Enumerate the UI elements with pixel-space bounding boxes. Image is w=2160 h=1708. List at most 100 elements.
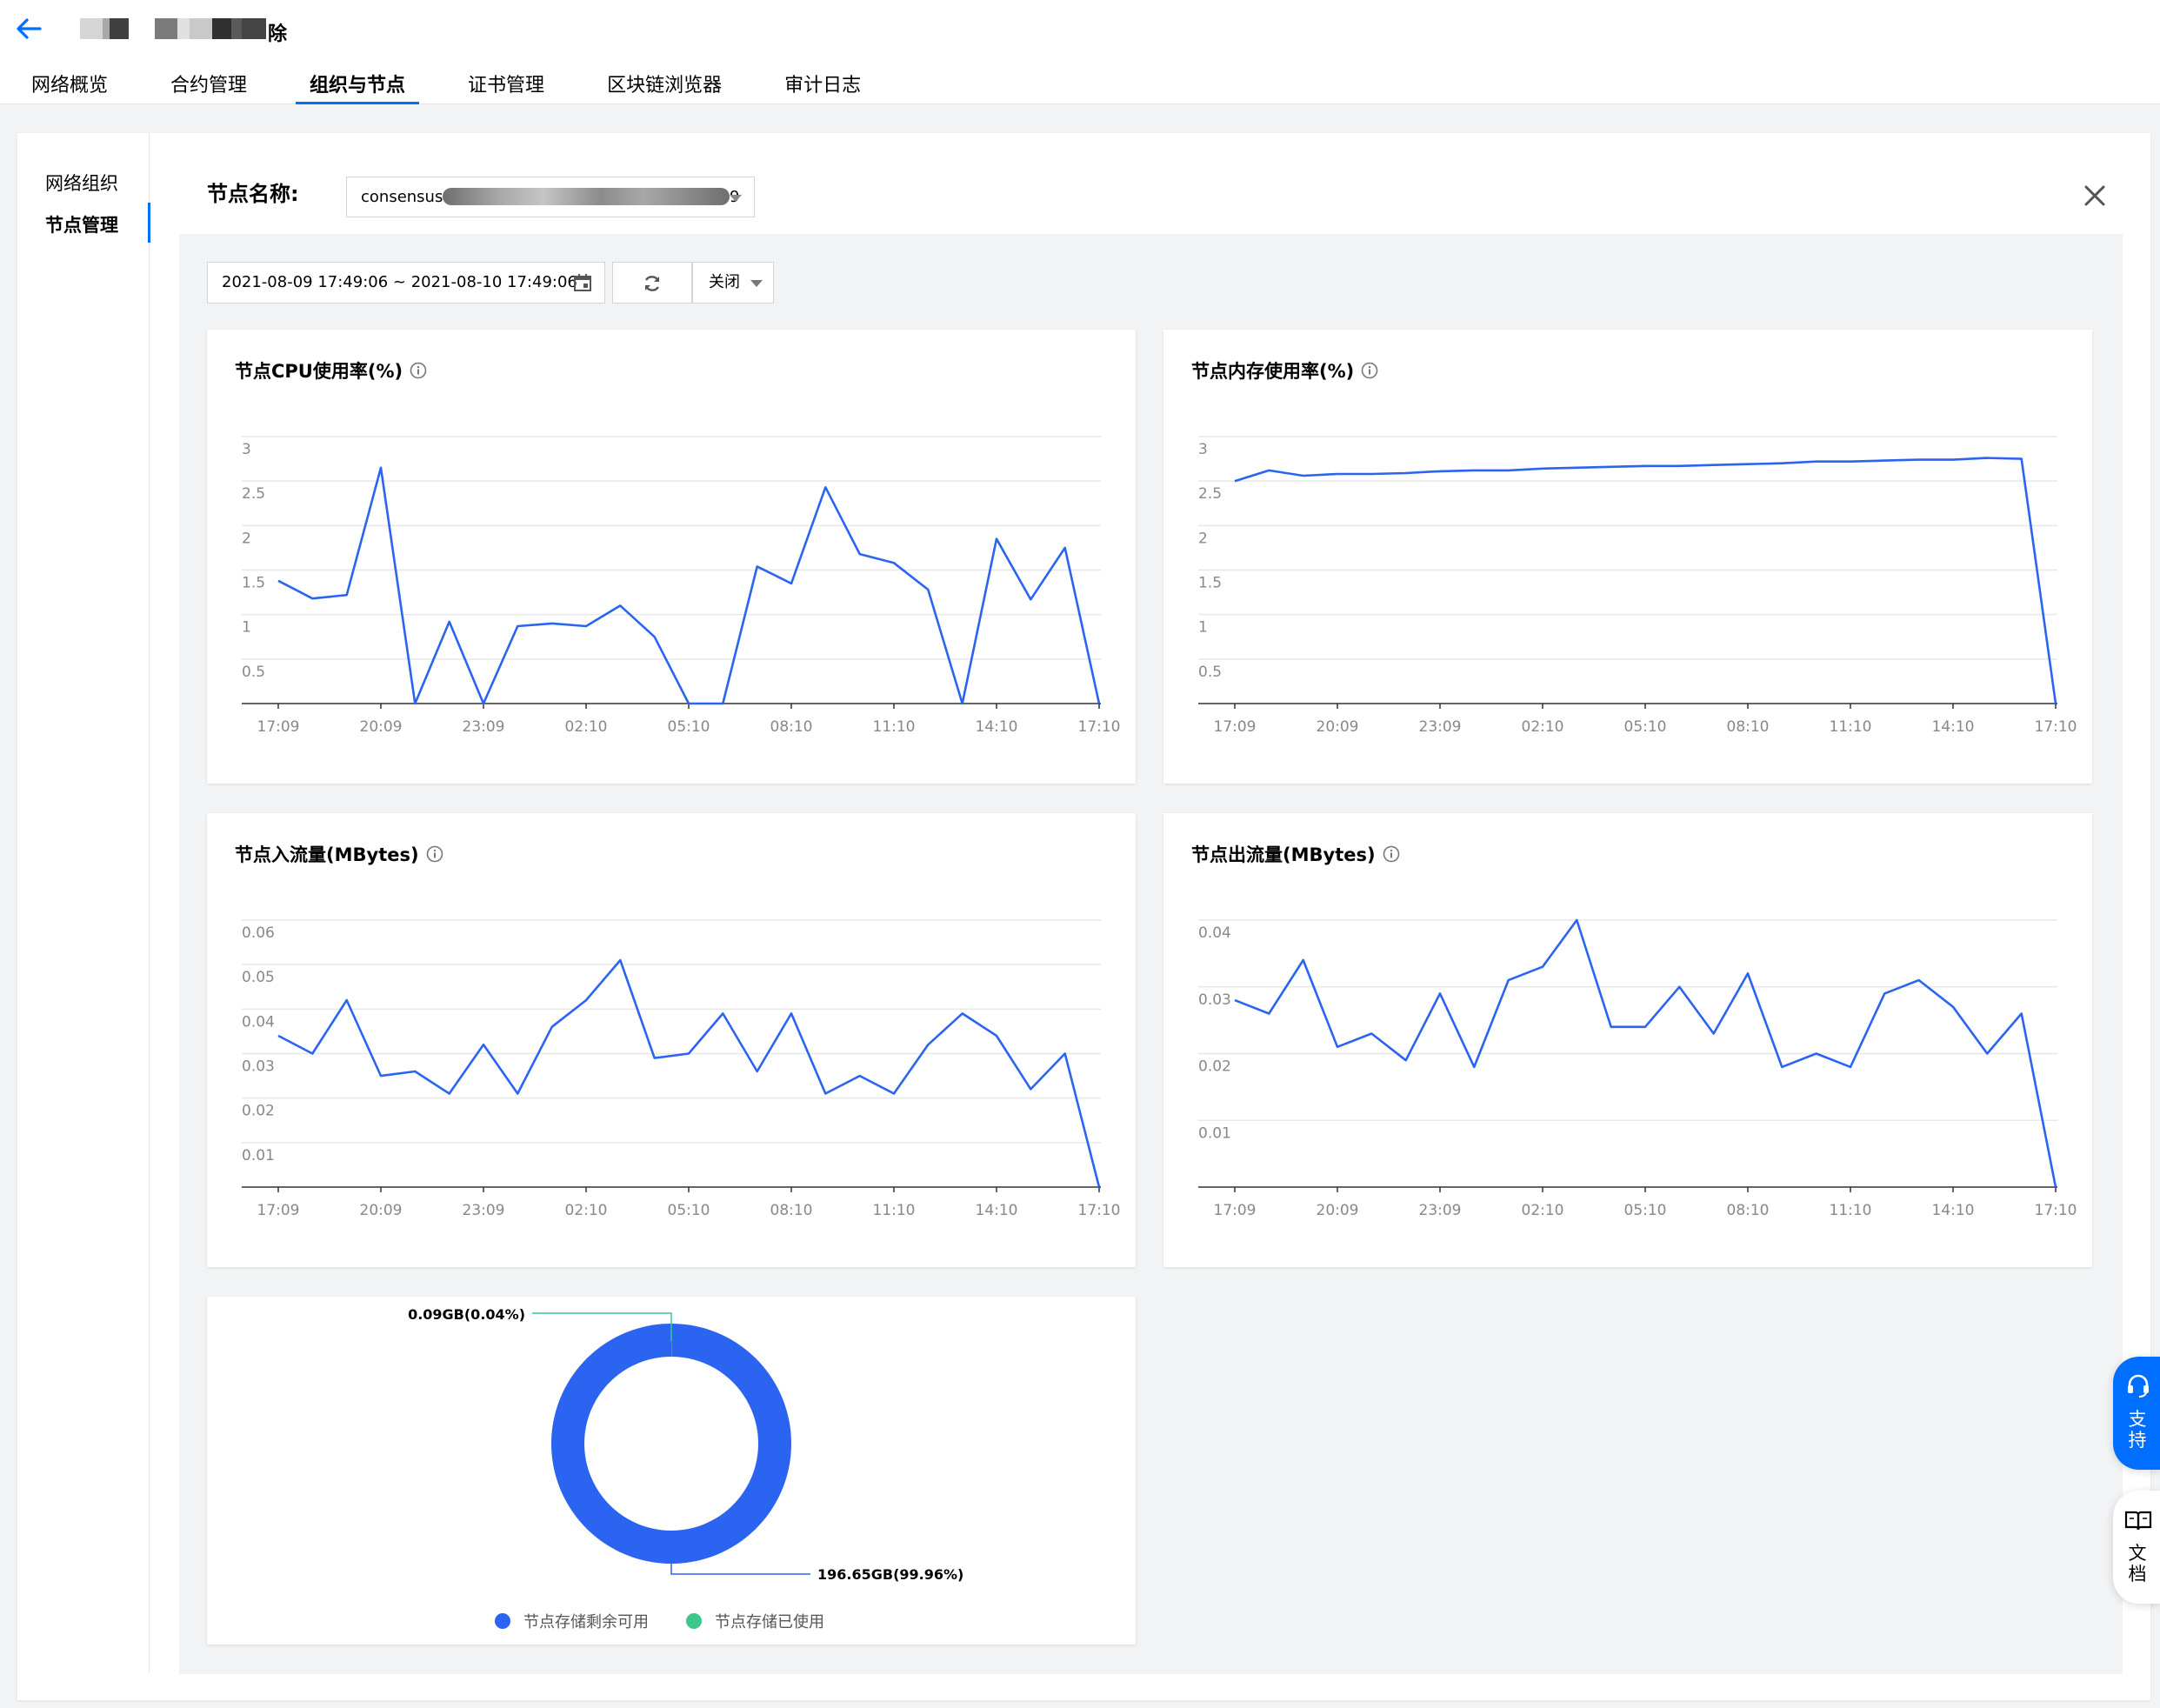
y-tick-label: 2 bbox=[1198, 530, 1208, 547]
close-icon[interactable] bbox=[2083, 183, 2107, 208]
top-header: 除 网络概览 合约管理 组织与节点 证书管理 区块链浏览器 审计日志 bbox=[0, 0, 2160, 104]
x-tick-label: 20:09 bbox=[1317, 1202, 1359, 1219]
page-title-visible-char: 除 bbox=[268, 23, 288, 45]
x-tick-label: 08:10 bbox=[1727, 1202, 1770, 1219]
x-tick-label: 23:09 bbox=[463, 1202, 505, 1219]
back-arrow-icon[interactable] bbox=[14, 16, 43, 42]
page-title: 除 bbox=[80, 16, 288, 45]
x-tick-label: 11:10 bbox=[1830, 1202, 1872, 1219]
donut-label-remaining: 196.65GB(99.96%) bbox=[817, 1566, 963, 1583]
y-tick-label: 2.5 bbox=[242, 485, 265, 503]
inbound-traffic-card: 节点入流量(MBytes) 0.06 0.05 0.04 0.03 0.02 0.01 17… bbox=[207, 813, 1136, 1267]
legend-swatch bbox=[686, 1613, 702, 1629]
x-tick-label: 08:10 bbox=[770, 1202, 813, 1219]
y-tick-label: 0.02 bbox=[1198, 1058, 1231, 1076]
tab-4[interactable]: 区块链浏览器 bbox=[576, 68, 753, 104]
node-name-label: 节点名称: bbox=[207, 182, 299, 206]
node-select[interactable]: consensus 9 bbox=[346, 177, 755, 217]
calendar-icon bbox=[574, 274, 591, 291]
auto-refresh-value: 关闭 bbox=[709, 273, 740, 291]
tab-3[interactable]: 证书管理 bbox=[437, 68, 576, 104]
y-tick-label: 0.01 bbox=[1198, 1124, 1231, 1142]
y-tick-label: 2.5 bbox=[1198, 485, 1222, 503]
memory-line-chart: 3 2.5 2 1.5 1 0.5 17:09 20:09 23:09 02:10 05:10 08:… bbox=[1198, 436, 2077, 736]
y-tick-label: 2 bbox=[242, 530, 251, 547]
y-tick-label: 0.06 bbox=[242, 924, 275, 942]
x-tick-label: 17:10 bbox=[1078, 718, 1121, 736]
x-tick-label: 11:10 bbox=[1830, 718, 1872, 736]
inbound-line-chart: 0.06 0.05 0.04 0.03 0.02 0.01 17:09 20:09 23:09 0… bbox=[242, 919, 1121, 1219]
x-tick-label: 17:10 bbox=[2035, 718, 2077, 736]
tab-2[interactable]: 组织与节点 bbox=[278, 68, 437, 104]
tab-1[interactable]: 合约管理 bbox=[139, 68, 278, 104]
x-tick-label: 14:10 bbox=[1932, 1202, 1975, 1219]
storage-donut-chart: 0.09GB(0.04%) 196.65GB(99.96%) 节点存储剩余可用 节点存… bbox=[408, 1306, 963, 1631]
y-tick-label: 1.5 bbox=[242, 575, 265, 592]
y-tick-label: 1 bbox=[1198, 619, 1208, 637]
main-panel: 网络组织 节点管理 节点名称: consensus 9 2021-08-09 1… bbox=[17, 133, 2150, 1700]
refresh-button[interactable] bbox=[612, 262, 692, 304]
x-tick-label: 20:09 bbox=[360, 1202, 403, 1219]
x-tick-label: 05:10 bbox=[1624, 1202, 1667, 1219]
y-tick-label: 1 bbox=[242, 619, 251, 637]
sidebar-item-node-management[interactable]: 节点管理 bbox=[45, 211, 118, 237]
x-tick-label: 14:10 bbox=[976, 1202, 1018, 1219]
series-line bbox=[1234, 457, 2057, 704]
book-icon bbox=[2124, 1511, 2152, 1531]
x-tick-label: 02:10 bbox=[1522, 1202, 1564, 1219]
x-tick-label: 02:10 bbox=[565, 718, 608, 736]
docs-button[interactable]: 文档 bbox=[2113, 1491, 2160, 1604]
date-range-picker[interactable]: 2021-08-09 17:49:06 ~ 2021-08-10 17:49:0… bbox=[207, 262, 605, 304]
donut-label-used: 0.09GB(0.04%) bbox=[408, 1306, 525, 1323]
y-tick-label: 0.04 bbox=[1198, 924, 1231, 942]
x-tick-label: 05:10 bbox=[668, 718, 710, 736]
y-tick-label: 1.5 bbox=[1198, 575, 1222, 592]
sidebar-item-network-org[interactable]: 网络组织 bbox=[45, 170, 118, 196]
y-tick-label: 3 bbox=[1198, 441, 1208, 458]
x-tick-label: 11:10 bbox=[873, 1202, 916, 1219]
date-range-value: 2021-08-09 17:49:06 ~ 2021-08-10 17:49:0… bbox=[222, 273, 577, 291]
memory-usage-card: 节点内存使用率(%) 3 2.5 2 1.5 1 0.5 17:09 20:09 23:09 02… bbox=[1163, 330, 2092, 784]
cpu-line-chart: 3 2.5 2 1.5 1 0.5 17:09 20:09 23:09 02:10 05:10 08:… bbox=[242, 436, 1121, 736]
x-tick-label: 17:10 bbox=[2035, 1202, 2077, 1219]
support-label: 支持 bbox=[2128, 1409, 2147, 1451]
monitor-toolbar: 2021-08-09 17:49:06 ~ 2021-08-10 17:49:0… bbox=[207, 262, 774, 304]
sidebar-active-indicator bbox=[148, 203, 150, 243]
outbound-line-chart: 0.04 0.03 0.02 0.01 17:09 20:09 23:09 02:10 05:1… bbox=[1198, 918, 2077, 1219]
x-tick-label: 20:09 bbox=[1317, 718, 1359, 736]
headset-icon bbox=[2128, 1374, 2149, 1398]
legend-label: 节点存储剩余可用 bbox=[523, 1613, 649, 1631]
y-tick-label: 0.03 bbox=[242, 1058, 275, 1076]
x-tick-label: 05:10 bbox=[668, 1202, 710, 1219]
auto-refresh-select[interactable]: 关闭 bbox=[692, 262, 774, 304]
support-button[interactable]: 支持 bbox=[2113, 1357, 2160, 1470]
x-tick-label: 23:09 bbox=[1419, 1202, 1462, 1219]
series-line bbox=[277, 958, 1101, 1188]
y-tick-label: 0.02 bbox=[242, 1103, 275, 1120]
y-tick-label: 3 bbox=[242, 441, 251, 458]
x-tick-label: 23:09 bbox=[1419, 718, 1462, 736]
y-tick-label: 0.5 bbox=[1198, 664, 1222, 681]
refresh-icon bbox=[644, 276, 660, 291]
x-tick-label: 17:09 bbox=[1214, 1202, 1257, 1219]
y-tick-label: 0.01 bbox=[242, 1147, 275, 1164]
docs-label: 文档 bbox=[2128, 1543, 2147, 1585]
x-tick-label: 11:10 bbox=[873, 718, 916, 736]
tab-0[interactable]: 网络概览 bbox=[0, 68, 139, 104]
x-tick-label: 08:10 bbox=[770, 718, 813, 736]
outbound-traffic-card: 节点出流量(MBytes) 0.04 0.03 0.02 0.01 17:09 20:09… bbox=[1163, 813, 2092, 1267]
x-tick-label: 05:10 bbox=[1624, 718, 1667, 736]
monitor-content: 2021-08-09 17:49:06 ~ 2021-08-10 17:49:0… bbox=[179, 234, 2123, 1674]
y-tick-label: 0.05 bbox=[242, 969, 275, 986]
y-tick-label: 0.03 bbox=[1198, 991, 1231, 1009]
x-tick-label: 17:09 bbox=[1214, 718, 1257, 736]
left-sidebar: 网络组织 节点管理 bbox=[17, 133, 150, 1672]
node-select-value-prefix: consensus bbox=[361, 188, 443, 206]
x-tick-label: 17:09 bbox=[257, 718, 300, 736]
storage-card: 0.09GB(0.04%) 196.65GB(99.96%) 节点存储剩余可用 节点存… bbox=[207, 1297, 1136, 1645]
legend-swatch bbox=[495, 1613, 510, 1629]
redacted-node-id bbox=[443, 188, 730, 205]
x-tick-label: 02:10 bbox=[565, 1202, 608, 1219]
tab-5[interactable]: 审计日志 bbox=[753, 68, 892, 104]
chevron-down-icon bbox=[750, 280, 763, 287]
